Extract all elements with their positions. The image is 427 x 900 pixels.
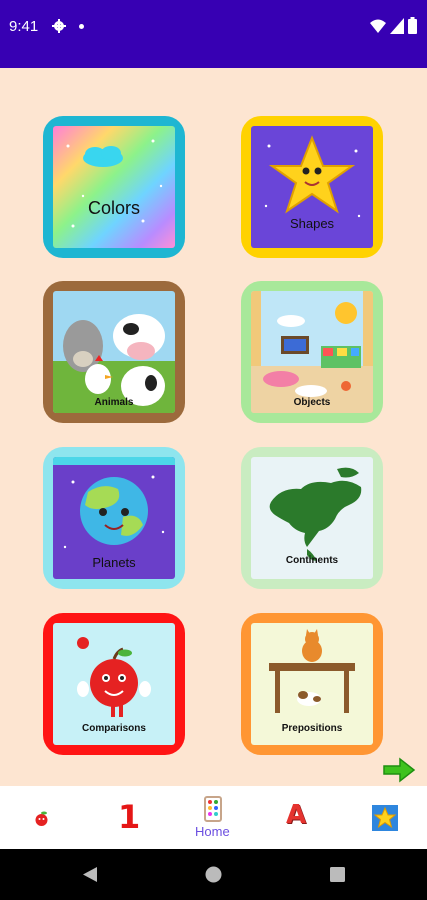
recents-square-icon[interactable] <box>330 867 345 882</box>
tile-label: Prepositions <box>281 723 343 734</box>
home-abacus-icon <box>204 796 222 822</box>
tile-label: Shapes <box>289 216 335 231</box>
settings-gear-icon <box>52 19 66 33</box>
status-bar: 9:41 <box>0 0 427 68</box>
nav-home-label: Home <box>195 824 230 839</box>
category-tile-colors[interactable]: Colors <box>43 116 185 258</box>
tile-label: Planets <box>92 555 136 570</box>
nav-item-letters[interactable]: A <box>268 786 328 849</box>
category-tile-planets[interactable]: Planets <box>43 447 185 589</box>
next-arrow-icon[interactable] <box>382 757 416 783</box>
rainbow-background-art <box>53 126 175 248</box>
wifi-icon <box>370 19 386 33</box>
farm-animals-art <box>53 291 175 413</box>
tile-label: Colors <box>87 198 140 218</box>
category-tile-comparisons[interactable]: Comparisons <box>43 613 185 755</box>
animals-image: Animals <box>53 291 175 413</box>
colors-image: Colors <box>53 126 175 248</box>
continents-image: Continents <box>251 457 373 579</box>
star-icon <box>372 805 398 831</box>
system-navigation-bar <box>0 849 427 900</box>
battery-icon <box>408 17 417 34</box>
nav-item-star[interactable] <box>355 786 415 849</box>
comparisons-image: Comparisons <box>53 623 175 745</box>
notification-dot-icon <box>79 24 84 29</box>
category-tile-objects[interactable]: Objects <box>241 281 383 423</box>
objects-image: Objects <box>251 291 373 413</box>
category-tile-prepositions[interactable]: Prepositions <box>241 613 383 755</box>
nav-item-numbers[interactable]: 1 <box>95 786 165 849</box>
tile-label: Comparisons <box>82 723 146 734</box>
shapes-image: Shapes <box>251 126 373 248</box>
home-circle-icon[interactable] <box>205 866 222 883</box>
letter-a-icon: A <box>286 800 307 830</box>
prepositions-image: Prepositions <box>251 623 373 745</box>
tile-label: Animals <box>94 397 134 408</box>
category-tile-shapes[interactable]: Shapes <box>241 116 383 258</box>
tile-label: Objects <box>293 397 331 408</box>
nav-item-home[interactable]: Home <box>180 786 250 849</box>
playroom-art <box>251 291 373 413</box>
tile-label: Continents <box>285 555 339 566</box>
planets-image: Planets <box>53 457 175 579</box>
bottom-navigation: 1 Home A <box>0 786 427 849</box>
signal-icon <box>390 18 404 34</box>
apple-icon <box>35 811 48 826</box>
back-icon[interactable] <box>82 866 98 883</box>
status-time: 9:41 <box>9 18 39 35</box>
nav-item-apple[interactable] <box>12 786 72 849</box>
category-tile-continents[interactable]: Continents <box>241 447 383 589</box>
category-tile-animals[interactable]: Animals <box>43 281 185 423</box>
number-one-icon: 1 <box>118 798 141 836</box>
